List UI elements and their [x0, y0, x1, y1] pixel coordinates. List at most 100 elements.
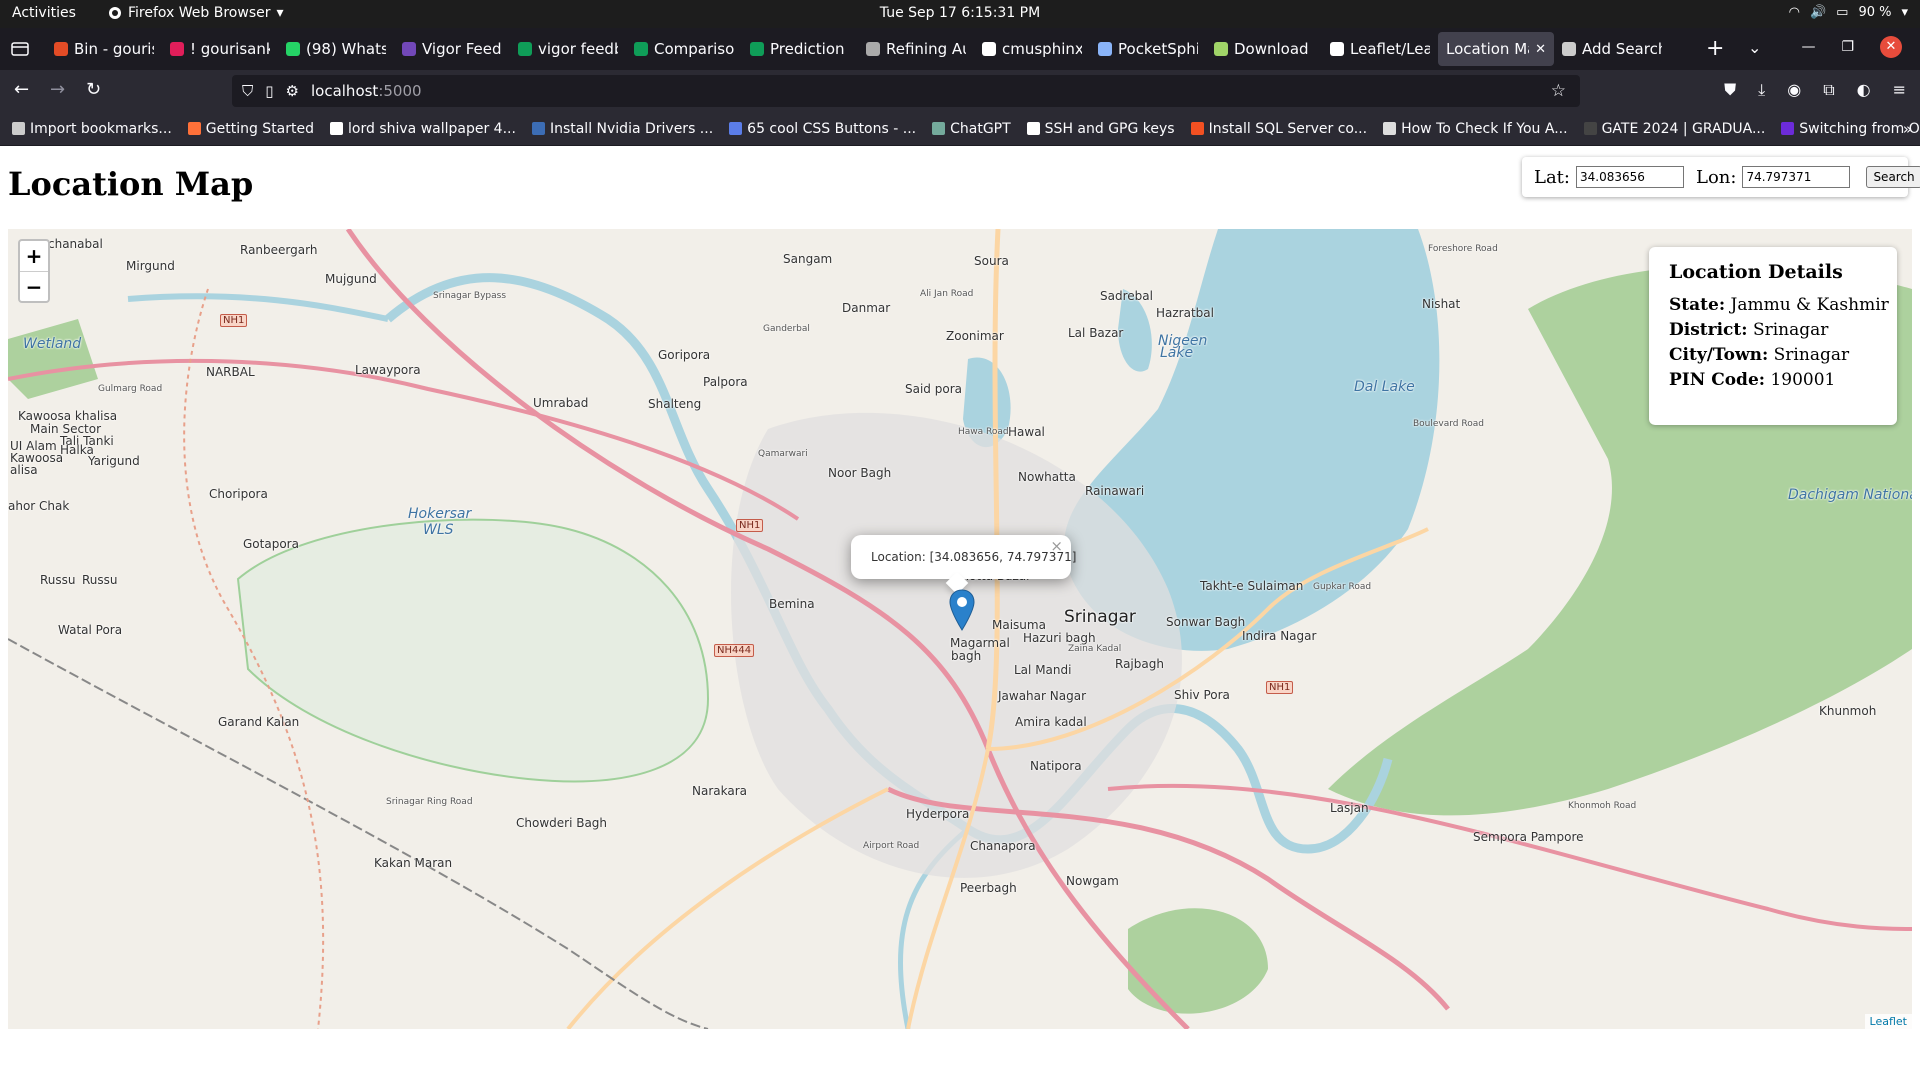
- leaflet-map[interactable]: chanabal Ranbeergarh Mirgund Mujgund Sangam S…: [8, 229, 1912, 1029]
- bookmark-label: Install SQL Server co...: [1208, 120, 1368, 137]
- bookmark-label: Getting Started: [205, 120, 315, 137]
- tab[interactable]: Prediction: [742, 32, 858, 66]
- back-icon[interactable]: ←: [14, 79, 29, 100]
- tab-label: (98) Whats: [306, 40, 386, 58]
- reload-icon[interactable]: ↻: [86, 79, 101, 100]
- map-place-label: Zoonimar: [946, 329, 1004, 343]
- forward-icon[interactable]: →: [50, 79, 65, 100]
- map-place-label: Peerbagh: [960, 881, 1017, 895]
- city-label: City/Town:: [1669, 345, 1769, 365]
- minimize-icon[interactable]: —: [1801, 39, 1815, 55]
- bookmark-label: GATE 2024 | GRADUA...: [1601, 120, 1766, 137]
- zoom-out-button[interactable]: −: [20, 271, 48, 301]
- bookmark-item[interactable]: Install SQL Server co...: [1190, 120, 1368, 137]
- bookmark-item[interactable]: Getting Started: [187, 120, 315, 137]
- bookmark-item[interactable]: Switching from Open: [1781, 121, 1920, 137]
- downloads-icon[interactable]: ⤓: [1758, 80, 1765, 100]
- map-place-label: Russu: [40, 573, 76, 587]
- tab[interactable]: Vigor Feed: [394, 32, 510, 66]
- pin-value: 190001: [1770, 370, 1836, 390]
- search-button[interactable]: Search: [1866, 166, 1920, 188]
- close-tab-icon[interactable]: ✕: [1535, 42, 1546, 57]
- map-place-label: Hawal: [1008, 425, 1045, 439]
- tab[interactable]: vigor feedb: [510, 32, 626, 66]
- tab-label: Add Search: [1582, 40, 1662, 58]
- tab-strip: Bin - gouris ! gourisank (98) Whats Vigor F…: [0, 28, 1920, 70]
- map-place-label: chanabal: [48, 237, 103, 251]
- menu-icon[interactable]: ≡: [1893, 80, 1906, 100]
- pin-row: PIN Code: 190001: [1669, 368, 1897, 393]
- account-icon[interactable]: ◉: [1787, 80, 1801, 100]
- bookmark-label: 65 cool CSS Buttons - ...: [747, 120, 917, 137]
- map-water-label: Lake: [1160, 345, 1194, 361]
- vpn-icon[interactable]: ◐: [1857, 80, 1871, 100]
- tab-label: ! gourisank: [190, 40, 270, 58]
- tab[interactable]: Bin - gouris: [46, 32, 162, 66]
- map-place-label: Sonwar Bagh: [1166, 615, 1246, 629]
- tab[interactable]: Compariso: [626, 32, 742, 66]
- state-value: Jammu & Kashmir: [1730, 295, 1889, 315]
- permissions-icon[interactable]: ⚙: [286, 82, 299, 100]
- tab[interactable]: Download: [1206, 32, 1322, 66]
- firefox-view-icon[interactable]: [10, 39, 30, 59]
- map-attribution[interactable]: Leaflet: [1864, 1014, 1912, 1029]
- map-road-label: Srinagar Ring Road: [386, 797, 473, 807]
- bookmark-item[interactable]: 65 cool CSS Buttons - ...: [729, 121, 916, 137]
- highway-shield: NH1: [1266, 681, 1294, 694]
- map-place-label: Lal Mandi: [1014, 663, 1072, 677]
- zoom-in-button[interactable]: +: [20, 241, 48, 271]
- tab[interactable]: ! gourisank: [162, 32, 278, 66]
- new-tab-button[interactable]: +: [1706, 36, 1724, 61]
- tracking-shield-icon[interactable]: ⛉: [242, 82, 253, 100]
- map-place-label: Yarigund: [88, 454, 140, 468]
- tab[interactable]: Refining Au: [858, 32, 974, 66]
- tab[interactable]: Location Ma ✕: [1438, 32, 1554, 66]
- tab-label: PocketSphi: [1118, 40, 1198, 58]
- bookmark-item[interactable]: Install Nvidia Drivers ...: [531, 120, 714, 137]
- bookmark-star-icon[interactable]: ☆: [1551, 81, 1566, 101]
- tab[interactable]: cmusphinx: [974, 32, 1090, 66]
- map-place-label: Sempora Pampore: [1473, 830, 1584, 844]
- map-place-label: Ranbeergarh: [240, 243, 318, 257]
- map-road-label: Boulevard Road: [1413, 419, 1484, 429]
- window-controls: — ❐ ✕: [1801, 36, 1902, 58]
- tab[interactable]: (98) Whats: [278, 32, 394, 66]
- extensions-icon[interactable]: ⧉: [1823, 80, 1834, 100]
- list-all-tabs-icon[interactable]: ⌄: [1748, 38, 1761, 57]
- tab[interactable]: PocketSphi: [1090, 32, 1206, 66]
- zoom-control: + −: [18, 239, 50, 303]
- tab-favicon-icon: [1562, 42, 1576, 56]
- tab[interactable]: Leaflet/Lea: [1322, 32, 1438, 66]
- map-place-label: Russu: [82, 573, 118, 587]
- bookmark-item[interactable]: lord shiva wallpaper 4...: [330, 121, 516, 137]
- map-road-label: Gulmarg Road: [98, 384, 163, 394]
- maximize-icon[interactable]: ❐: [1841, 39, 1854, 55]
- system-tray[interactable]: ◠ 🔊 ▭ 90 % ▾: [1789, 5, 1908, 20]
- lon-input[interactable]: [1742, 166, 1851, 188]
- chevron-down-icon: ▾: [1901, 5, 1908, 20]
- bookmark-item[interactable]: ChatGPT: [932, 121, 1011, 137]
- details-heading: Location Details: [1669, 261, 1843, 283]
- tab-favicon-icon: [402, 42, 416, 56]
- popup-close-icon[interactable]: ×: [1050, 537, 1063, 555]
- tab[interactable]: Add Search: [1554, 32, 1670, 66]
- map-place-label: Chowderi Bagh: [516, 816, 608, 830]
- page-info-icon[interactable]: ▯: [265, 82, 273, 100]
- clock[interactable]: Tue Sep 17 6:15:31 PM: [0, 5, 1920, 21]
- bookmark-item[interactable]: GATE 2024 | GRADUA...: [1583, 120, 1766, 137]
- map-place-label: Sadrebal: [1100, 289, 1153, 303]
- pocket-icon[interactable]: ⛊: [1724, 80, 1736, 100]
- bookmarks-overflow-icon[interactable]: »: [1903, 120, 1912, 138]
- map-place-label: Takht-e Sulaiman: [1200, 579, 1304, 593]
- close-window-icon[interactable]: ✕: [1880, 36, 1902, 58]
- url-text[interactable]: localhost:5000: [311, 82, 422, 100]
- map-marker-icon[interactable]: [949, 589, 975, 631]
- bookmark-item[interactable]: SSH and GPG keys: [1026, 121, 1175, 137]
- url-bar[interactable]: ⛉ ▯ ⚙ localhost:5000 ☆: [232, 75, 1580, 107]
- bookmarks-bar: Import bookmarks... Getting Started lord s…: [0, 112, 1920, 146]
- lat-input[interactable]: [1575, 166, 1684, 188]
- page-title: Location Map: [8, 165, 254, 203]
- bookmark-item[interactable]: How To Check If You A...: [1383, 121, 1568, 137]
- bookmark-item[interactable]: Import bookmarks...: [12, 121, 172, 137]
- bookmark-label: Install Nvidia Drivers ...: [549, 120, 714, 137]
